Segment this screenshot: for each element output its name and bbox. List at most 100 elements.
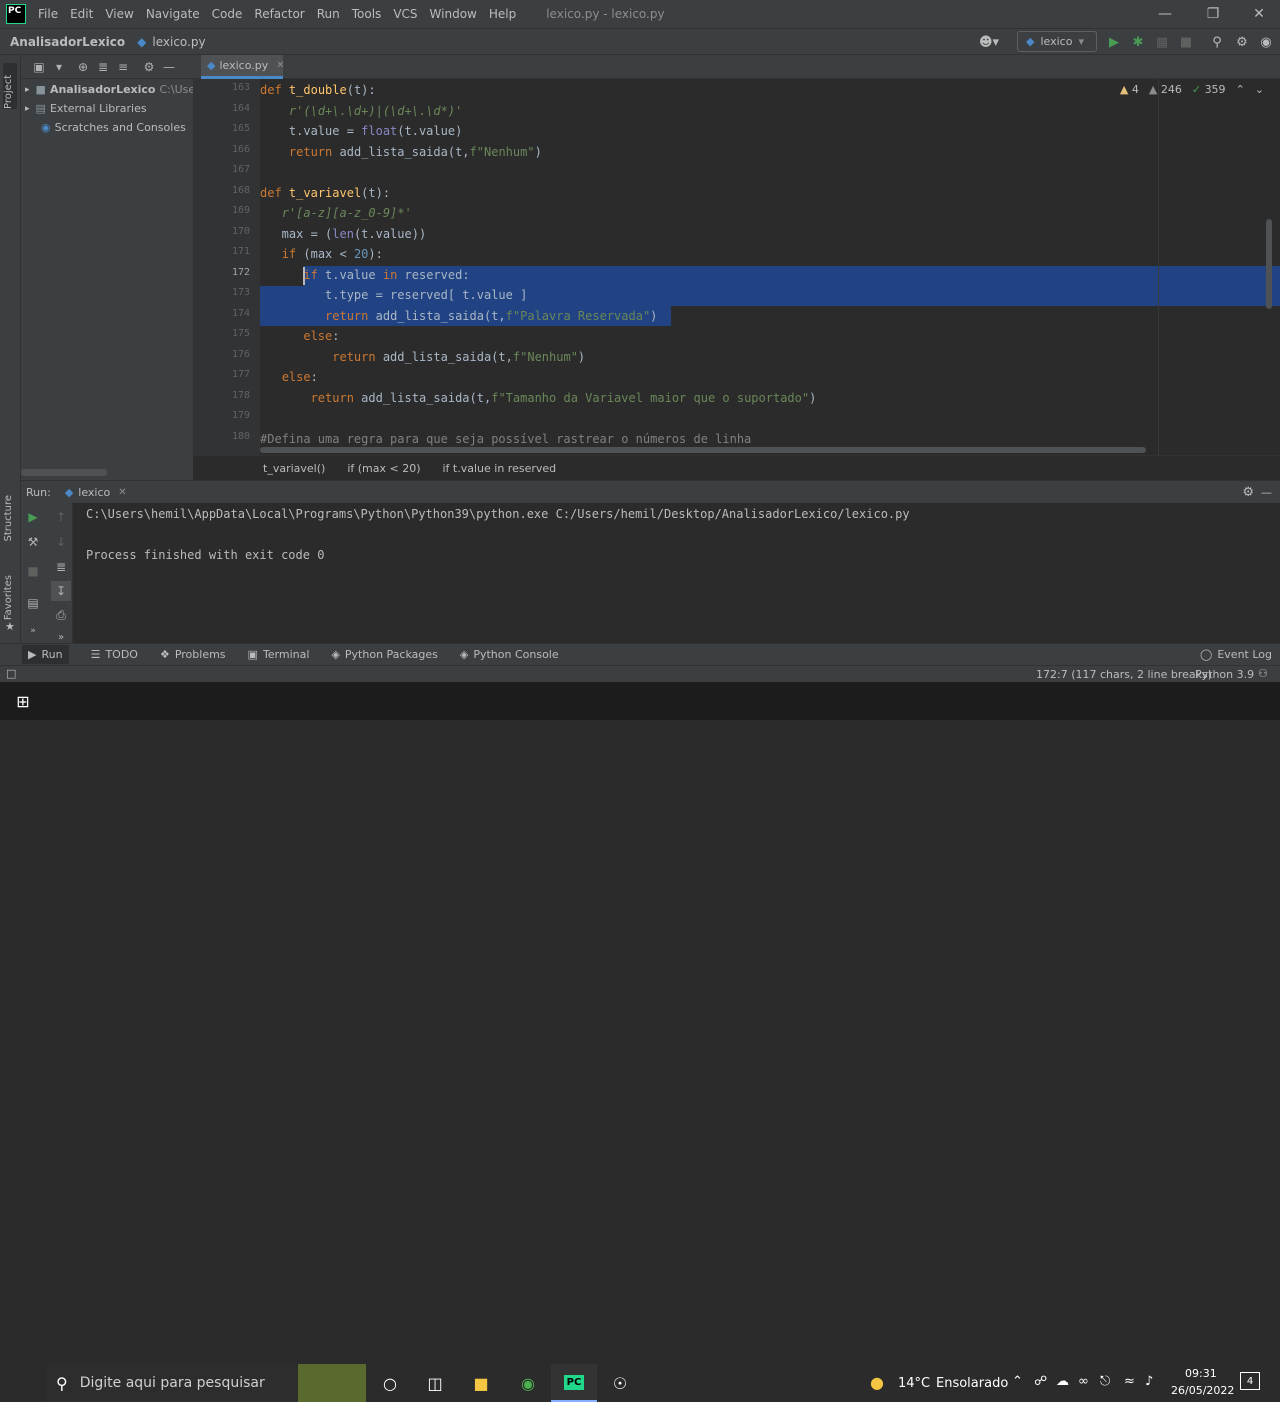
wifi-icon[interactable]: ≈ <box>1124 1374 1135 1389</box>
tab-python-console[interactable]: ◈ Python Console <box>460 648 559 661</box>
print-icon[interactable]: ⎙ <box>51 605 71 625</box>
chevron-down-icon[interactable]: ▾ <box>49 57 69 77</box>
collapse-all-icon[interactable]: ≡ <box>113 57 133 77</box>
code-line: t.value = float(t.value) <box>260 124 463 138</box>
panel-toggle-icon[interactable]: □ <box>6 667 16 680</box>
obs-icon[interactable]: ☉ <box>597 1364 643 1402</box>
code-line: return add_lista_saida(t,f"Palavra Reser… <box>325 309 658 323</box>
windows-start-icon[interactable]: ⊞ <box>0 682 46 720</box>
tab-terminal[interactable]: ▣ Terminal <box>248 648 310 661</box>
tree-item-external-libraries[interactable]: ▸ ▤ External Libraries <box>21 99 193 118</box>
locate-icon[interactable]: ⊕ <box>73 57 93 77</box>
search-icon[interactable]: ⚲ <box>1207 32 1227 52</box>
task-view-icon[interactable]: ◫ <box>412 1364 458 1402</box>
clock-time[interactable]: 09:31 <box>1185 1367 1217 1380</box>
menu-vcs[interactable]: VCS <box>387 7 423 21</box>
cortana-icon[interactable]: ○ <box>367 1364 413 1402</box>
tab-label: lexico.py <box>219 59 269 72</box>
nav-project[interactable]: AnalisadorLexico <box>10 35 125 49</box>
more-icon[interactable]: » <box>23 621 43 641</box>
status-bar: □ 172:7 (117 chars, 2 line breaks) Pytho… <box>0 665 1280 682</box>
menu-tools[interactable]: Tools <box>346 7 388 21</box>
line-number-gutter: 163 164 165 166 167 168 169 170 171 172 … <box>193 79 260 455</box>
weather-temp[interactable]: 14°C <box>898 1376 930 1391</box>
tree-item-project-root[interactable]: ▸ ■ AnalisadorLexico C:\Users <box>21 80 193 99</box>
code-area[interactable]: def t_double(t): r'(\d+\.\d+)|(\d+\.\d*)… <box>260 79 1280 455</box>
bluetooth-icon[interactable]: ∞ <box>1078 1374 1089 1389</box>
view-mode-icon[interactable]: ▣ <box>29 57 49 77</box>
menu-help[interactable]: Help <box>483 7 522 21</box>
usb-icon[interactable]: ⎋ <box>1100 1374 1110 1389</box>
breadcrumb-function[interactable]: t_variavel() <box>263 462 325 475</box>
editor-horizontal-scrollbar[interactable] <box>260 447 1146 453</box>
menu-code[interactable]: Code <box>206 7 249 21</box>
project-tool-tab[interactable]: Project <box>3 63 17 109</box>
tab-problems[interactable]: ❖ Problems <box>160 648 226 661</box>
tray-app-icon[interactable]: ☍ <box>1034 1374 1047 1389</box>
tree-item-scratches[interactable]: ◉ Scratches and Consoles <box>21 118 193 137</box>
scroll-up-icon[interactable]: ↑ <box>51 507 71 527</box>
menu-refactor[interactable]: Refactor <box>248 7 310 21</box>
close-tab-icon[interactable]: ✕ <box>118 487 126 498</box>
menu-view[interactable]: View <box>99 7 139 21</box>
tray-chevron-up-icon[interactable]: ⌃ <box>1012 1374 1023 1389</box>
run-config-selector[interactable]: ◆ lexico ▾ <box>1017 31 1097 52</box>
soft-wrap-icon[interactable]: ≣ <box>51 557 71 577</box>
gear-icon[interactable]: ⚙ <box>1232 32 1252 52</box>
notification-icon[interactable]: 4 <box>1240 1372 1260 1390</box>
tab-event-log[interactable]: ◯ Event Log <box>1200 648 1272 661</box>
run-config-tab[interactable]: lexico <box>78 486 110 499</box>
favorites-tool-tab[interactable]: Favorites <box>3 575 14 620</box>
lock-icon[interactable]: ⚇ <box>1258 667 1268 680</box>
weather-desc[interactable]: Ensolarado <box>936 1376 1008 1391</box>
minimize-icon[interactable]: — <box>1142 0 1188 28</box>
structure-tool-tab[interactable]: Structure <box>3 495 14 542</box>
onedrive-icon[interactable]: ☁ <box>1056 1374 1069 1389</box>
user-icon[interactable]: ☻▾ <box>976 32 1002 52</box>
caret-position[interactable]: 172:7 (117 chars, 2 line breaks) <box>1036 668 1212 681</box>
rerun-icon[interactable]: ▶ <box>23 507 43 527</box>
layout-icon[interactable]: ▤ <box>23 593 43 613</box>
coverage-icon[interactable]: ▦ <box>1152 32 1172 52</box>
chrome-icon[interactable]: ◉ <box>505 1364 551 1402</box>
updates-icon[interactable]: ◉ <box>1256 32 1276 52</box>
menu-navigate[interactable]: Navigate <box>140 7 206 21</box>
debug-icon[interactable]: ✱ <box>1128 32 1148 52</box>
tab-run[interactable]: ▶ Run <box>22 645 69 664</box>
gear-icon[interactable]: ⚙ <box>1242 485 1254 500</box>
nav-file[interactable]: lexico.py <box>152 35 205 49</box>
menu-run[interactable]: Run <box>311 7 346 21</box>
tab-python-packages[interactable]: ◈ Python Packages <box>331 648 437 661</box>
tab-todo[interactable]: ☰ TODO <box>91 648 138 661</box>
menu-file[interactable]: File <box>32 7 64 21</box>
expand-all-icon[interactable]: ≣ <box>93 57 113 77</box>
menu-edit[interactable]: Edit <box>64 7 99 21</box>
pycharm-taskbar-icon[interactable]: PC <box>551 1364 597 1402</box>
clock-date[interactable]: 26/05/2022 <box>1171 1384 1234 1397</box>
taskbar-search[interactable]: ⚲ Digite aqui para pesquisar <box>46 1364 298 1402</box>
python-interpreter[interactable]: Python 3.9 <box>1195 668 1254 681</box>
restore-icon[interactable]: ❐ <box>1190 0 1236 28</box>
gear-icon[interactable]: ⚙ <box>139 57 159 77</box>
run-icon[interactable]: ▶ <box>1104 32 1124 52</box>
volume-icon[interactable]: ♪ <box>1145 1374 1153 1389</box>
scroll-to-end-icon[interactable]: ↧ <box>51 581 71 601</box>
stop-icon[interactable]: ■ <box>23 561 43 581</box>
wrench-icon[interactable]: ⚒ <box>23 532 43 552</box>
stop-icon[interactable]: ■ <box>1176 32 1196 52</box>
hide-icon[interactable]: — <box>1261 486 1272 499</box>
close-tab-icon[interactable]: ✕ <box>276 60 284 71</box>
close-icon[interactable]: ✕ <box>1236 0 1280 28</box>
scroll-down-icon[interactable]: ↓ <box>51 532 71 552</box>
vertical-scrollbar[interactable] <box>1266 219 1272 309</box>
hide-icon[interactable]: — <box>159 57 179 77</box>
tab-lexico-py[interactable]: ◆ lexico.py ✕ <box>201 55 285 79</box>
weather-icon[interactable]: ● <box>870 1373 884 1392</box>
star-icon[interactable]: ★ <box>5 620 15 633</box>
horizontal-scrollbar[interactable] <box>21 469 107 476</box>
file-explorer-icon[interactable]: ■ <box>458 1364 504 1402</box>
search-highlight-image[interactable] <box>298 1364 366 1402</box>
breadcrumb-if-reserved[interactable]: if t.value in reserved <box>443 462 557 475</box>
menu-window[interactable]: Window <box>424 7 483 21</box>
breadcrumb-if-max[interactable]: if (max < 20) <box>347 462 420 475</box>
